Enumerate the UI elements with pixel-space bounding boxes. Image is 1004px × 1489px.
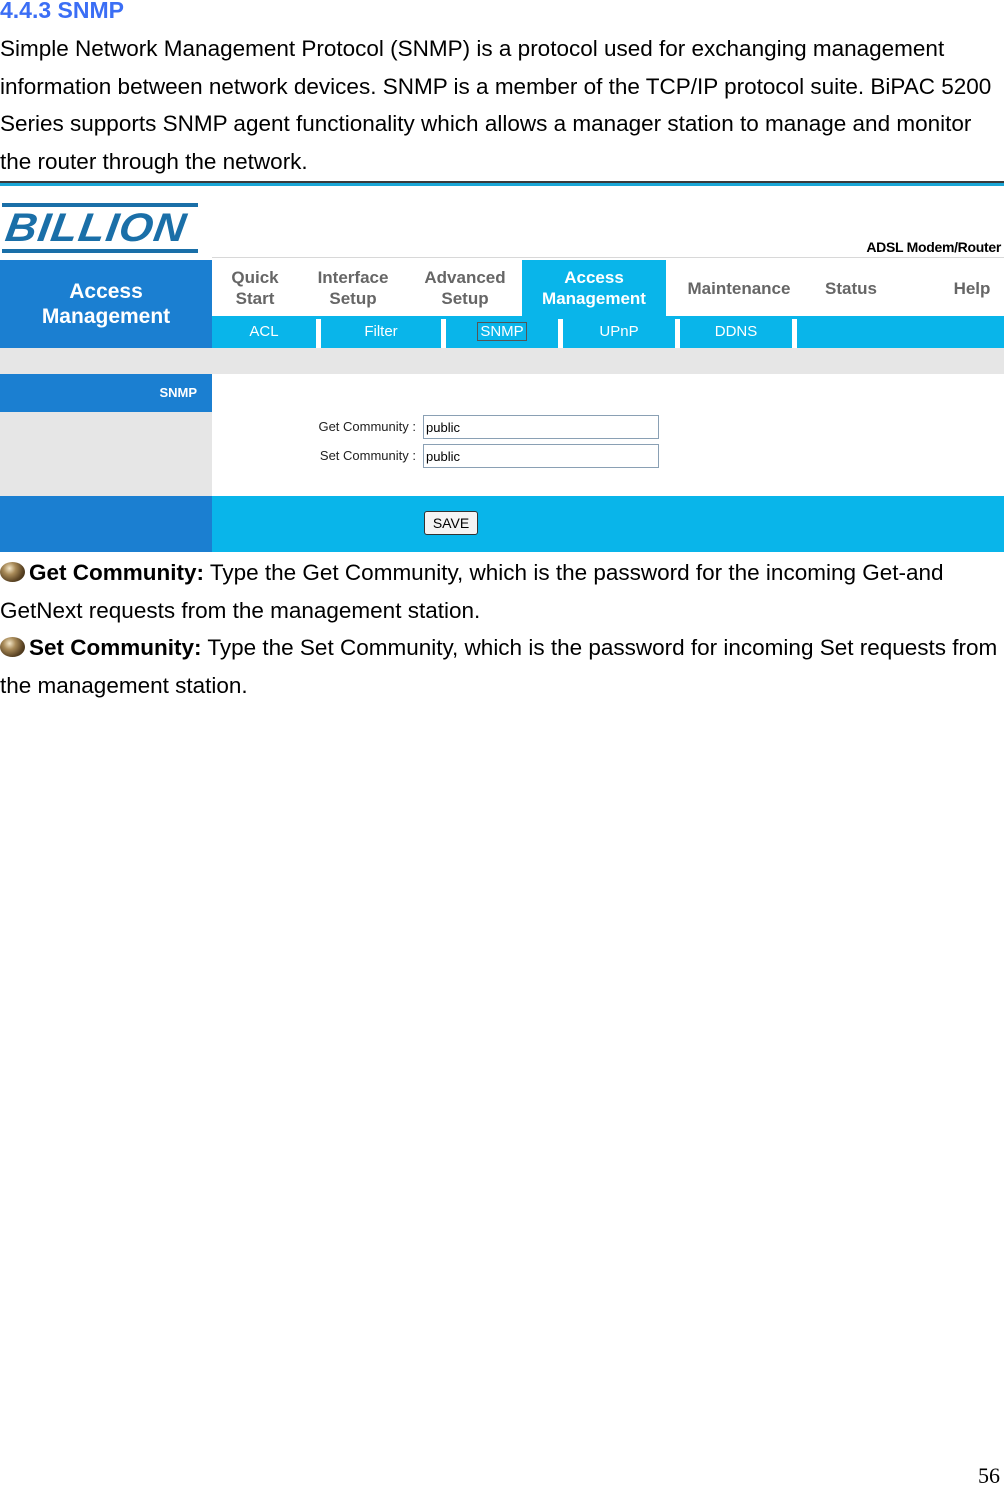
- tab-label: Setup: [329, 289, 377, 308]
- bullet-icon: [0, 562, 25, 582]
- tab-quick-start[interactable]: Quick Start: [212, 260, 298, 316]
- subtab-ddns[interactable]: DDNS: [680, 316, 792, 348]
- tab-label: Advanced: [424, 268, 506, 287]
- tab-label: Management: [542, 289, 646, 308]
- sidebar-title-line2: Management: [41, 305, 171, 328]
- subtab-filter[interactable]: Filter: [321, 316, 441, 348]
- router-screenshot: BILLION ADSL Modem/Router Access Managem…: [0, 190, 1004, 552]
- section-heading: 4.4.3 SNMP: [0, 0, 124, 23]
- sidebar-title: Access Management: [0, 260, 212, 348]
- tab-help[interactable]: Help: [932, 260, 1004, 316]
- page-number: 56: [978, 1463, 1000, 1488]
- snmp-form: Get Community : Set Community :: [212, 374, 1004, 496]
- set-community-label: Set Community :: [319, 448, 416, 463]
- header-divider: [212, 257, 1004, 258]
- divider-accent: [0, 183, 1004, 186]
- set-community-input[interactable]: [423, 444, 659, 468]
- subtab-acl[interactable]: ACL: [212, 316, 316, 348]
- logo-text: BILLION: [2, 206, 190, 250]
- tab-status[interactable]: Status: [806, 260, 896, 316]
- tab-label: Interface: [317, 268, 389, 287]
- sidebar-title-line1: Access: [69, 280, 143, 303]
- subtab-snmp-label: SNMP: [477, 322, 527, 341]
- sidebar-filler: [0, 412, 212, 496]
- tab-interface-setup[interactable]: Interface Setup: [298, 260, 408, 316]
- tab-maintenance[interactable]: Maintenance: [672, 260, 806, 316]
- term: Get Community:: [29, 560, 205, 585]
- spacer-band: [0, 348, 1004, 374]
- tab-label: Start: [235, 289, 275, 308]
- subnav-separator: [792, 319, 797, 348]
- tab-label: Help: [953, 278, 991, 298]
- top-nav: Quick Start Interface Setup Advanced Set…: [212, 260, 1004, 316]
- subtab-upnp[interactable]: UPnP: [563, 316, 675, 348]
- tab-label: Access: [564, 268, 624, 287]
- tab-access-management[interactable]: Access Management: [522, 260, 666, 316]
- description-set-community: Set Community: Type the Set Community, w…: [0, 629, 1000, 704]
- tab-label: Maintenance: [687, 278, 791, 298]
- tab-advanced-setup[interactable]: Advanced Setup: [408, 260, 522, 316]
- section-label: SNMP: [0, 374, 212, 412]
- description-get-community: Get Community: Type the Get Community, w…: [0, 554, 1000, 629]
- tab-label: Status: [825, 278, 877, 298]
- billion-logo: BILLION: [2, 203, 198, 253]
- tab-label: Setup: [441, 289, 489, 308]
- footer-bar: SAVE: [212, 496, 1004, 552]
- get-community-label: Get Community :: [318, 419, 416, 434]
- get-community-input[interactable]: [423, 415, 659, 439]
- intro-paragraph: Simple Network Management Protocol (SNMP…: [0, 36, 992, 174]
- logo-bottom-bar: [2, 249, 198, 253]
- tab-label: Quick: [231, 268, 279, 287]
- sub-nav: ACL Filter SNMP UPnP DDNS: [212, 316, 1004, 348]
- product-label: ADSL Modem/Router: [866, 239, 1001, 255]
- subtab-snmp[interactable]: SNMP: [446, 316, 558, 348]
- term: Set Community:: [29, 635, 202, 660]
- save-button[interactable]: SAVE: [424, 511, 478, 535]
- footer-left: [0, 496, 212, 552]
- bullet-icon: [0, 637, 25, 657]
